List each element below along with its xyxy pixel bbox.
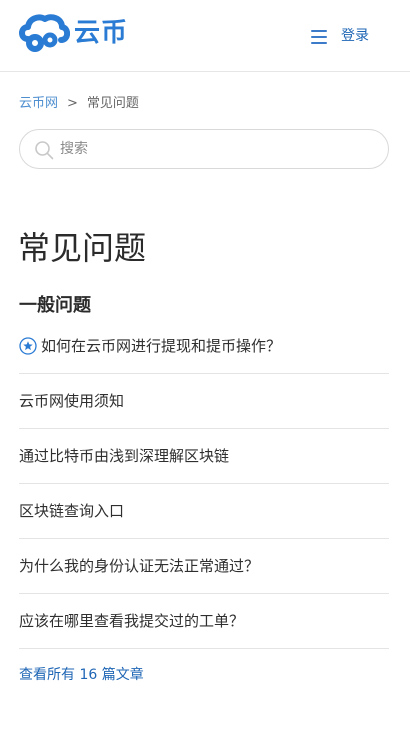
article-link[interactable]: 应该在哪里查看我提交过的工单？ bbox=[19, 610, 244, 632]
breadcrumb-separator: > bbox=[67, 96, 78, 111]
article-item: 通过比特币由浅到深理解区块链 bbox=[19, 429, 389, 484]
article-title: 如何在云币网进行提现和提币操作？ bbox=[41, 337, 282, 355]
logo-text: 云币 bbox=[74, 18, 129, 48]
article-item: 应该在哪里查看我提交过的工单？ bbox=[19, 594, 389, 649]
article-link[interactable]: 云币网使用须知 bbox=[19, 390, 124, 412]
site-logo[interactable]: 云币 bbox=[18, 13, 128, 53]
section-title: 一般问题 bbox=[19, 295, 91, 316]
article-list: 如何在云币网进行提现和提币操作？ 云币网使用须知 通过比特币由浅到深理解区块链 … bbox=[19, 319, 389, 649]
star-icon bbox=[19, 337, 37, 355]
login-link[interactable]: 登录 bbox=[341, 26, 369, 46]
article-item: 区块链查询入口 bbox=[19, 484, 389, 539]
article-link[interactable]: 为什么我的身份认证无法正常通过？ bbox=[19, 555, 259, 577]
article-item: 云币网使用须知 bbox=[19, 374, 389, 429]
breadcrumb-home-link[interactable]: 云币网 bbox=[19, 94, 58, 114]
search-input[interactable] bbox=[60, 131, 370, 167]
article-item: 为什么我的身份认证无法正常通过？ bbox=[19, 539, 389, 594]
breadcrumb: 云币网 > 常见问题 bbox=[19, 94, 139, 114]
article-link[interactable]: 如何在云币网进行提现和提币操作？ bbox=[19, 335, 281, 357]
search-icon bbox=[35, 141, 54, 160]
cloud-icon bbox=[19, 14, 70, 52]
breadcrumb-current: 常见问题 bbox=[86, 96, 139, 111]
see-all-articles-link[interactable]: 查看所有 16 篇文章 bbox=[19, 664, 144, 686]
site-header: 云币 登录 bbox=[0, 0, 410, 72]
page-title: 常见问题 bbox=[18, 229, 147, 267]
article-link[interactable]: 通过比特币由浅到深理解区块链 bbox=[19, 445, 229, 467]
article-item: 如何在云币网进行提现和提币操作？ bbox=[19, 319, 389, 374]
article-link[interactable]: 区块链查询入口 bbox=[19, 500, 124, 522]
search-box bbox=[19, 129, 389, 169]
hamburger-icon[interactable] bbox=[311, 30, 327, 44]
